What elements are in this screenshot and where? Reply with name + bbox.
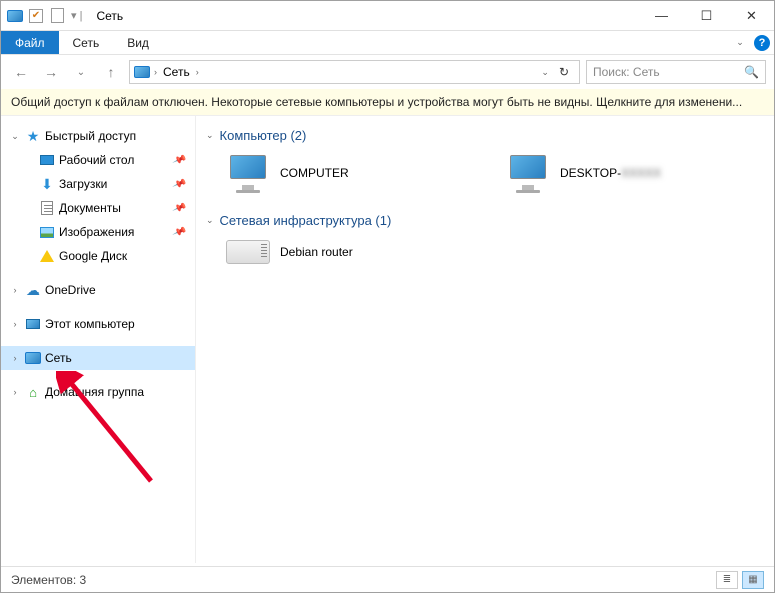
desktop-icon <box>39 152 55 168</box>
group-label: Сетевая инфраструктура (1) <box>220 213 392 228</box>
navigation-pane: ⌄ ★ Быстрый доступ Рабочий стол 📌 ⬇ Загр… <box>1 116 196 563</box>
minimize-button[interactable]: — <box>639 1 684 31</box>
network-icon <box>7 8 23 24</box>
group-computers[interactable]: ⌄ Компьютер (2) <box>206 128 764 143</box>
help-button[interactable]: ? <box>750 31 774 54</box>
google-drive-icon <box>39 248 55 264</box>
address-row: ← → ⌄ ↑ › Сеть › ⌄ ↻ Поиск: Сеть 🔍 <box>1 55 774 89</box>
nav-up-button[interactable]: ↑ <box>99 60 123 84</box>
status-text: Элементов: 3 <box>11 573 86 587</box>
sidebar-label: Рабочий стол <box>59 153 134 167</box>
sidebar-label: Документы <box>59 201 121 215</box>
ribbon-expand-icon[interactable]: ⌄ <box>730 31 750 54</box>
sidebar-desktop[interactable]: Рабочий стол 📌 <box>1 148 195 172</box>
maximize-button[interactable]: ☐ <box>684 1 729 31</box>
nav-forward-button: → <box>39 60 63 84</box>
homegroup-icon: ⌂ <box>25 384 41 400</box>
details-view-button[interactable]: ≣ <box>716 571 738 589</box>
titlebar-left: ✔ ▾ | Сеть <box>1 8 123 24</box>
sidebar-label: Сеть <box>45 351 72 365</box>
group-label: Компьютер (2) <box>220 128 307 143</box>
ribbon: Файл Сеть Вид ⌄ ? <box>1 31 774 55</box>
window-title: Сеть <box>96 9 123 23</box>
pin-icon: 📌 <box>171 153 186 168</box>
item-label: Debian router <box>280 245 353 259</box>
chevron-right-icon[interactable]: › <box>9 319 21 329</box>
qat-newitem-icon[interactable] <box>49 8 65 24</box>
sidebar-this-pc[interactable]: › Этот компьютер <box>1 312 195 336</box>
pictures-icon <box>39 224 55 240</box>
download-icon: ⬇ <box>39 176 55 192</box>
search-icon: 🔍 <box>744 65 759 79</box>
item-computer-2[interactable]: DESKTOP-XXXXX <box>506 155 726 191</box>
chevron-right-icon[interactable]: › <box>9 353 21 363</box>
nav-back-button[interactable]: ← <box>9 60 33 84</box>
sidebar-label: Этот компьютер <box>45 317 135 331</box>
infra-items: Debian router <box>206 232 764 280</box>
address-bar[interactable]: › Сеть › ⌄ ↻ <box>129 60 580 84</box>
nav-recent-dropdown[interactable]: ⌄ <box>69 60 93 84</box>
refresh-button[interactable]: ↻ <box>553 65 575 79</box>
document-icon <box>39 200 55 216</box>
large-icons-view-button[interactable]: ▦ <box>742 571 764 589</box>
search-input[interactable]: Поиск: Сеть 🔍 <box>586 60 766 84</box>
tab-file[interactable]: Файл <box>1 31 59 54</box>
sidebar-label: Изображения <box>59 225 134 239</box>
sidebar-network[interactable]: › Сеть <box>1 346 195 370</box>
sidebar-google-drive[interactable]: Google Диск <box>1 244 195 268</box>
quick-access-icon: ★ <box>25 128 41 144</box>
address-network-icon <box>134 64 150 80</box>
chevron-down-icon: ⌄ <box>206 215 214 226</box>
tab-network[interactable]: Сеть <box>59 31 114 54</box>
pc-icon <box>25 316 41 332</box>
pin-icon: 📌 <box>171 201 186 216</box>
chevron-right-icon[interactable]: › <box>9 285 21 295</box>
sidebar-onedrive[interactable]: › ☁ OneDrive <box>1 278 195 302</box>
sidebar-label: Быстрый доступ <box>45 129 136 143</box>
sidebar-label: Загрузки <box>59 177 107 191</box>
sidebar-pictures[interactable]: Изображения 📌 <box>1 220 195 244</box>
chevron-right-icon[interactable]: › <box>196 67 199 77</box>
close-button[interactable]: ✕ <box>729 1 774 31</box>
sidebar-homegroup[interactable]: › ⌂ Домашняя группа <box>1 380 195 404</box>
chevron-right-icon[interactable]: › <box>9 387 21 397</box>
sidebar-label: Google Диск <box>59 249 127 263</box>
computer-icon <box>506 155 550 191</box>
item-label: COMPUTER <box>280 166 349 180</box>
chevron-down-icon: ⌄ <box>206 130 214 141</box>
qat-checkbox-icon[interactable]: ✔ <box>29 9 43 23</box>
window-controls: — ☐ ✕ <box>639 1 774 31</box>
breadcrumb-root[interactable]: Сеть <box>161 65 192 79</box>
sidebar-documents[interactable]: Документы 📌 <box>1 196 195 220</box>
search-placeholder: Поиск: Сеть <box>593 65 660 79</box>
content-pane: ⌄ Компьютер (2) COMPUTER DESKTOP-XXXXX ⌄ <box>196 116 774 563</box>
item-router[interactable]: Debian router <box>226 240 446 264</box>
help-icon: ? <box>754 35 770 51</box>
sidebar-label: Домашняя группа <box>45 385 144 399</box>
chevron-right-icon[interactable]: › <box>154 67 157 77</box>
computer-icon <box>226 155 270 191</box>
statusbar: Элементов: 3 ≣ ▦ <box>1 566 774 592</box>
sidebar-label: OneDrive <box>45 283 96 297</box>
network-icon <box>25 350 41 366</box>
item-computer-1[interactable]: COMPUTER <box>226 155 446 191</box>
qat-separator: ▾ | <box>71 9 82 22</box>
sidebar-downloads[interactable]: ⬇ Загрузки 📌 <box>1 172 195 196</box>
tab-view[interactable]: Вид <box>113 31 163 54</box>
onedrive-icon: ☁ <box>25 282 41 298</box>
titlebar: ✔ ▾ | Сеть — ☐ ✕ <box>1 1 774 31</box>
pin-icon: 📌 <box>171 177 186 192</box>
router-icon <box>226 240 270 264</box>
group-infrastructure[interactable]: ⌄ Сетевая инфраструктура (1) <box>206 213 764 228</box>
address-history-dropdown[interactable]: ⌄ <box>541 67 549 78</box>
security-warning-bar[interactable]: Общий доступ к файлам отключен. Некоторы… <box>1 89 774 116</box>
chevron-down-icon[interactable]: ⌄ <box>9 131 21 142</box>
computers-items: COMPUTER DESKTOP-XXXXX <box>206 147 764 207</box>
sidebar-quick-access[interactable]: ⌄ ★ Быстрый доступ <box>1 124 195 148</box>
pin-icon: 📌 <box>171 225 186 240</box>
item-label: DESKTOP-XXXXX <box>560 166 661 180</box>
body: ⌄ ★ Быстрый доступ Рабочий стол 📌 ⬇ Загр… <box>1 116 774 563</box>
